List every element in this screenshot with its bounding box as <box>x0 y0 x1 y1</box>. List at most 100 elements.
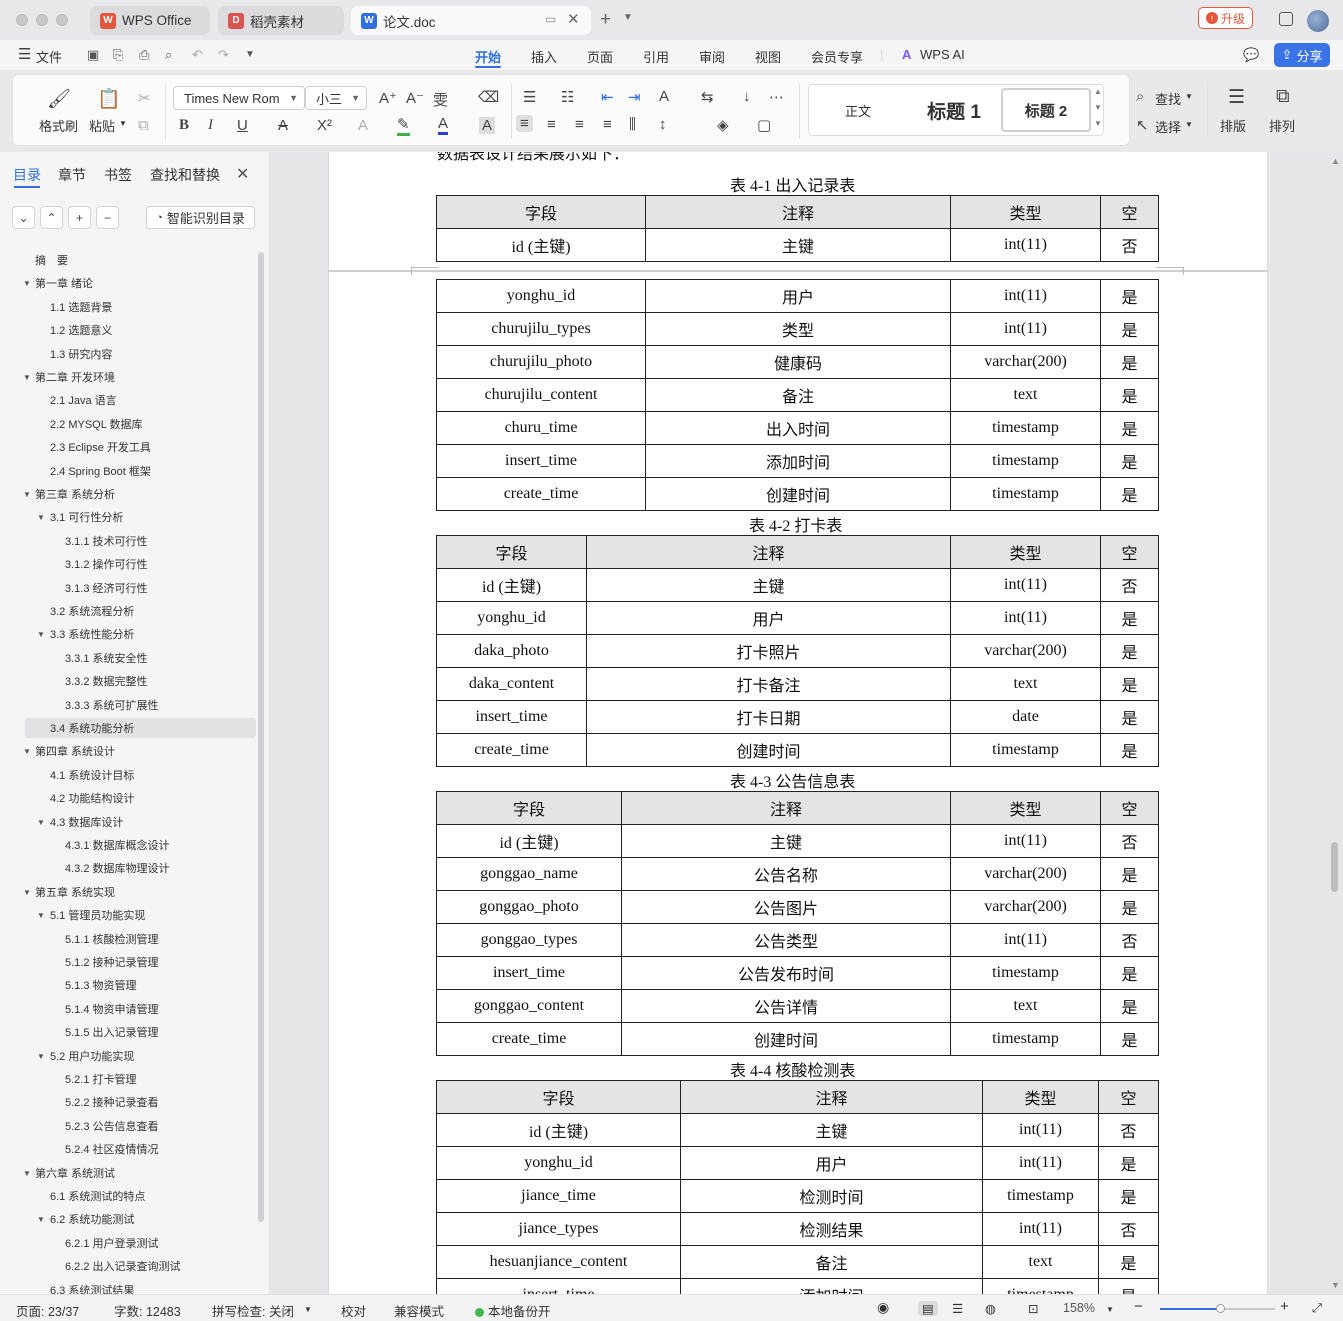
table-cell[interactable]: daka_photo <box>436 634 587 668</box>
sidebar-scrollbar[interactable] <box>258 252 264 1222</box>
table-cell[interactable]: id (主键) <box>436 228 646 262</box>
decrease-indent-icon[interactable]: ⇤ <box>601 88 614 106</box>
toc-item[interactable]: 2.2 MYSQL 数据库 <box>25 414 256 434</box>
minimize-window-button[interactable] <box>36 14 48 26</box>
clear-format-icon[interactable]: ⌫ <box>478 88 499 106</box>
toc-item[interactable]: 1.3 研究内容 <box>25 344 256 364</box>
font-color-icon[interactable]: A <box>438 115 449 135</box>
sidebar-tab-chapters[interactable]: 章节 <box>58 165 86 185</box>
table-cell[interactable]: 是 <box>1100 700 1159 734</box>
align-center-icon[interactable]: ≡ <box>547 116 556 133</box>
toc-item[interactable]: 4.3.1 数据库概念设计 <box>25 835 256 855</box>
styles-up-icon[interactable]: ▲ <box>1094 87 1102 96</box>
find-icon[interactable]: ⌕ <box>1136 88 1144 105</box>
tab-wps-office[interactable]: W WPS Office <box>90 6 210 35</box>
select-button[interactable]: 选择 <box>1155 117 1181 136</box>
table-cell[interactable]: churu_time <box>436 411 646 445</box>
web-view-icon[interactable]: ◍ <box>985 1301 996 1316</box>
align-left-icon[interactable]: ≡ <box>516 115 533 132</box>
outline-view-icon[interactable]: ☰ <box>952 1301 963 1316</box>
table-cell[interactable]: 是 <box>1100 477 1159 511</box>
table-cell[interactable]: 是 <box>1100 312 1159 346</box>
hamburger-icon[interactable]: ☰ <box>18 45 31 63</box>
align-right-icon[interactable]: ≡ <box>575 116 584 133</box>
table-cell[interactable]: int(11) <box>950 228 1101 262</box>
restore-window-icon[interactable] <box>1279 12 1293 26</box>
table-cell[interactable]: gonggao_name <box>436 857 622 891</box>
expand-chevron-icon[interactable]: ▼ <box>37 818 45 827</box>
chevron-down-icon[interactable]: ▼ <box>304 1305 312 1314</box>
table-cell[interactable]: int(11) <box>950 824 1101 858</box>
table-cell[interactable]: 出入时间 <box>645 411 951 445</box>
shrink-font-icon[interactable]: A⁻ <box>406 89 424 107</box>
toc-item[interactable]: ▼ 3.1 可行性分析 <box>25 507 256 527</box>
table-cell[interactable]: 是 <box>1100 956 1159 990</box>
menu-tab-view[interactable]: 视图 <box>755 47 781 66</box>
table-cell[interactable]: 创建时间 <box>586 733 951 767</box>
menu-tab-references[interactable]: 引用 <box>643 47 669 66</box>
table-cell[interactable]: 公告发布时间 <box>621 956 951 990</box>
select-icon[interactable]: ↖ <box>1136 116 1149 134</box>
table-cell[interactable]: int(11) <box>982 1212 1099 1246</box>
toc-item[interactable]: ▼ 第六章 系统测试 <box>23 1163 256 1183</box>
toc-item[interactable]: 5.1.4 物资申请管理 <box>25 999 256 1019</box>
zoom-in-icon[interactable]: + <box>1280 1298 1289 1315</box>
bold-icon[interactable]: B <box>179 117 189 134</box>
table-cell[interactable]: int(11) <box>950 601 1101 635</box>
avatar[interactable] <box>1307 10 1329 32</box>
expand-chevron-icon[interactable]: ▼ <box>37 1215 45 1224</box>
table-cell[interactable]: 类型 <box>645 312 951 346</box>
toc-item[interactable]: 5.2.1 打卡管理 <box>25 1069 256 1089</box>
new-tab-icon[interactable]: + <box>600 9 611 31</box>
zoom-out-icon[interactable]: − <box>1134 1298 1143 1315</box>
sidebar-tab-bookmarks[interactable]: 书签 <box>104 165 132 185</box>
sidebar-tab-find-replace[interactable]: 查找和替换 <box>150 165 220 185</box>
table-cell[interactable]: int(11) <box>950 923 1101 957</box>
table-cell[interactable]: int(11) <box>950 568 1101 602</box>
table-cell[interactable]: varchar(200) <box>950 890 1101 924</box>
toc-item[interactable]: 4.3.2 数据库物理设计 <box>25 858 256 878</box>
table-cell[interactable]: 是 <box>1100 1022 1159 1056</box>
table-cell[interactable]: timestamp <box>950 1022 1101 1056</box>
distribute-icon[interactable]: ⫼ <box>629 116 636 133</box>
table-cell[interactable]: 是 <box>1100 890 1159 924</box>
print-icon[interactable]: ⎙ <box>139 47 149 63</box>
table-cell[interactable]: insert_time <box>436 700 587 734</box>
text-direction-icon[interactable]: A <box>659 88 669 105</box>
underline-icon[interactable]: U <box>237 117 248 134</box>
text-effect-icon[interactable]: A <box>358 117 368 134</box>
more-chevron-icon[interactable]: ▼ <box>245 49 255 60</box>
arrange-button[interactable]: 排列 <box>1269 116 1295 135</box>
table-cell[interactable]: insert_time <box>436 444 646 478</box>
table-cell[interactable]: insert_time <box>436 956 622 990</box>
page-indicator[interactable]: 页面: 23/37 <box>16 1301 79 1320</box>
sort-az-icon[interactable]: ↓ <box>743 88 751 105</box>
sort-icon[interactable]: ⇆ <box>701 88 714 106</box>
toc-item[interactable]: 6.1 系统测试的特点 <box>25 1186 256 1206</box>
shading-icon[interactable]: ◈ <box>717 116 729 134</box>
table-cell[interactable]: date <box>950 700 1101 734</box>
menu-tab-page[interactable]: 页面 <box>587 47 613 66</box>
close-icon[interactable]: ✕ <box>236 164 249 184</box>
table-cell[interactable]: 公告名称 <box>621 857 951 891</box>
expand-chevron-icon[interactable]: ▼ <box>23 490 31 499</box>
table-cell[interactable]: 主键 <box>680 1113 983 1147</box>
menu-tab-home[interactable]: 开始 <box>475 47 501 66</box>
table-cell[interactable]: id (主键) <box>436 1113 681 1147</box>
layout-button[interactable]: 排版 <box>1220 116 1246 135</box>
table-cell[interactable]: varchar(200) <box>950 345 1101 379</box>
table-cell[interactable]: gonggao_types <box>436 923 622 957</box>
phonetic-icon[interactable]: 雯 <box>433 89 448 110</box>
tab-list-chevron-icon[interactable]: ▼ <box>623 12 633 23</box>
cut-icon[interactable]: ✂ <box>138 89 151 107</box>
table-cell[interactable]: create_time <box>436 477 646 511</box>
chat-icon[interactable]: 💬 <box>1243 47 1259 63</box>
toc-item[interactable]: 5.1.1 核酸检测管理 <box>25 929 256 949</box>
table-cell[interactable]: 否 <box>1100 228 1159 262</box>
superscript-icon[interactable]: X² <box>317 117 332 134</box>
strikethrough-icon[interactable]: A <box>278 117 288 134</box>
toc-item[interactable]: ▼ 第二章 开发环境 <box>23 367 256 387</box>
table-cell[interactable]: 是 <box>1100 345 1159 379</box>
upgrade-button[interactable]: ↑ 升级 <box>1198 7 1253 29</box>
paste-button[interactable]: 粘贴 <box>89 116 115 135</box>
